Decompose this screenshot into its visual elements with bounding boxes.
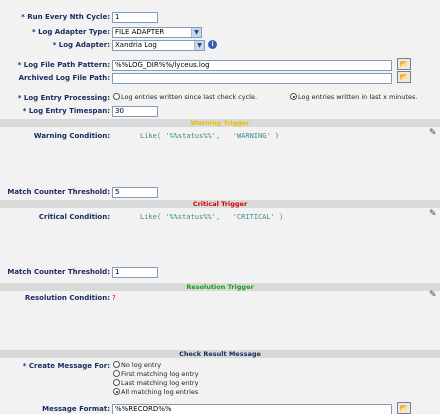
adapter-type-value: FILE ADAPTER xyxy=(115,28,165,36)
adapter-type-select[interactable]: FILE ADAPTER ▼ xyxy=(112,27,202,38)
radio-label: Last matching log entry xyxy=(121,379,199,387)
critical-threshold-label: Match Counter Threshold: xyxy=(7,268,110,276)
adapter-value: Xandria Log xyxy=(115,41,157,49)
path-pattern-label: * Log File Path Pattern: xyxy=(17,61,110,69)
radio-label: All matching log entries xyxy=(121,388,199,396)
processing-option-last-minutes[interactable]: Log entries written in last x minutes. xyxy=(290,93,417,102)
adapter-label: * Log Adapter: xyxy=(52,41,110,49)
archived-path-input[interactable] xyxy=(112,73,392,84)
radio-icon xyxy=(113,361,120,368)
radio-label: No log entry xyxy=(121,361,162,369)
edit-pencil-icon[interactable]: ✎ xyxy=(429,290,437,300)
adapter-select[interactable]: Xandria Log ▼ xyxy=(112,40,205,51)
critical-condition-value: Like( '%%status%%', 'CRITICAL' ) xyxy=(140,213,284,221)
edit-pencil-icon[interactable]: ✎ xyxy=(429,128,437,138)
radio-icon xyxy=(113,379,120,386)
resolution-condition-value: ? xyxy=(112,294,116,302)
radio-checked-icon xyxy=(290,93,297,100)
chevron-down-icon[interactable]: ▼ xyxy=(191,28,201,37)
path-pattern-input[interactable]: %%LOG_DIR%%/lyceus.log xyxy=(112,60,392,71)
warning-trigger-header: Warning Trigger xyxy=(0,119,440,127)
warning-threshold-label: Match Counter Threshold: xyxy=(7,188,110,196)
info-icon[interactable]: i xyxy=(208,40,217,49)
radio-icon xyxy=(113,370,120,377)
browse-icon[interactable]: 📂 xyxy=(397,402,411,414)
radio-label: Log entries written since last check cyc… xyxy=(121,93,258,101)
message-option-no-entry[interactable]: No log entry xyxy=(113,361,161,370)
archived-label: Archived Log File Path: xyxy=(18,74,110,82)
warning-condition-label: Warning Condition: xyxy=(33,132,110,140)
message-option-first[interactable]: First matching log entry xyxy=(113,370,199,379)
message-format-input[interactable]: %%RECORD%% xyxy=(112,404,392,414)
processing-label: * Log Entry Processing: xyxy=(17,94,110,102)
warning-condition-value: Like( '%%status%%', 'WARNING' ) xyxy=(140,132,280,140)
critical-threshold-input[interactable]: 1 xyxy=(112,267,158,278)
message-option-last[interactable]: Last matching log entry xyxy=(113,379,198,388)
browse-icon[interactable]: 📂 xyxy=(397,58,411,70)
radio-label: First matching log entry xyxy=(121,370,199,378)
check-result-message-header: Check Result Message xyxy=(0,350,440,358)
radio-icon xyxy=(113,93,120,100)
critical-trigger-header: Critical Trigger xyxy=(0,200,440,208)
chevron-down-icon[interactable]: ▼ xyxy=(194,41,204,50)
create-message-label: * Create Message For: xyxy=(22,362,110,370)
message-format-label: Message Format: xyxy=(42,405,110,413)
run-every-input[interactable]: 1 xyxy=(112,12,158,23)
resolution-condition-label: Resolution Condition: xyxy=(24,294,110,302)
radio-checked-icon xyxy=(113,388,120,395)
message-option-all[interactable]: All matching log entries xyxy=(113,388,198,397)
browse-icon[interactable]: 📂 xyxy=(397,71,411,83)
resolution-trigger-header: Resolution Trigger xyxy=(0,283,440,291)
processing-option-since-last[interactable]: Log entries written since last check cyc… xyxy=(113,93,257,102)
edit-pencil-icon[interactable]: ✎ xyxy=(429,209,437,219)
critical-condition-label: Critical Condition: xyxy=(38,213,110,221)
radio-label: Log entries written in last x minutes. xyxy=(298,93,418,101)
timespan-input[interactable]: 30 xyxy=(112,106,158,117)
adapter-type-label: * Log Adapter Type: xyxy=(31,28,110,36)
timespan-label: * Log Entry Timespan: xyxy=(22,107,110,115)
run-every-label: * Run Every Nth Cycle: xyxy=(21,13,110,21)
warning-threshold-input[interactable]: 5 xyxy=(112,187,158,198)
